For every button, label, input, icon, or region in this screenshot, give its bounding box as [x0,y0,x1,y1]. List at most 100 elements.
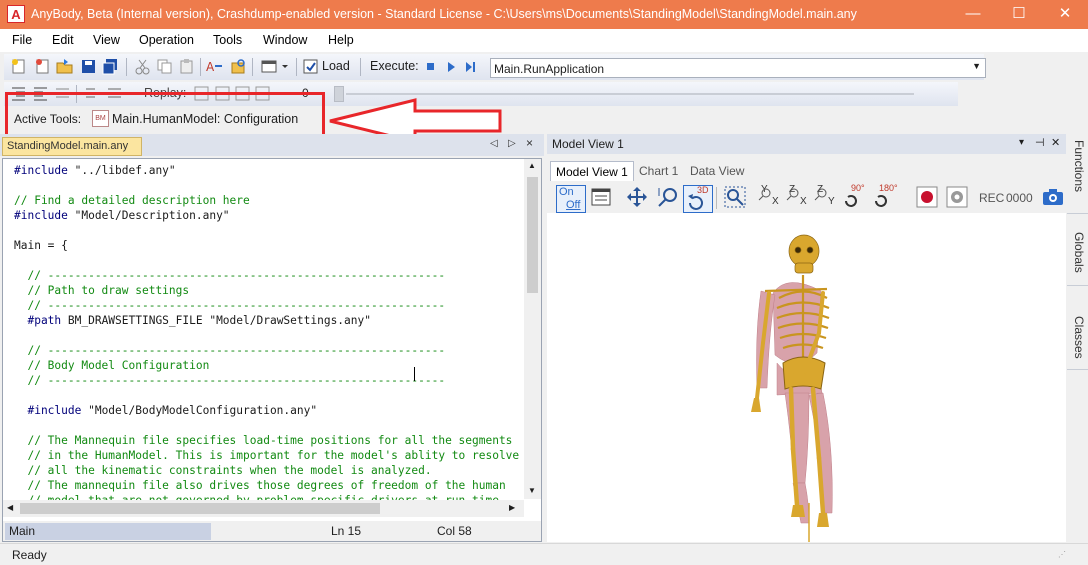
rotate-180-button[interactable]: 180° [871,183,898,209]
open-folder-icon[interactable] [56,58,73,75]
code-line[interactable]: // Body Model Configuration [14,358,522,373]
code-line[interactable] [14,223,522,238]
tab-functions[interactable]: Functions [1067,134,1088,214]
code-line[interactable]: // all the kinematic constraints when th… [14,463,522,478]
stop-record-icon[interactable] [945,185,969,209]
resize-grip-icon[interactable]: ⋰ [1058,550,1066,559]
menu-edit[interactable]: Edit [52,33,74,47]
scroll-down-icon[interactable]: ▼ [528,486,536,495]
tab-chart-1[interactable]: Chart 1 [634,161,683,181]
pin-icon[interactable]: ⊣ [1035,136,1045,149]
tab-prev-icon[interactable]: ◁ [490,138,498,149]
rotate-90-button[interactable]: 90° [841,183,865,209]
code-line[interactable]: #include "../libdef.any" [14,163,522,178]
new-file-icon[interactable] [10,58,27,75]
close-pane-icon[interactable]: ✕ [1051,136,1060,149]
code-line[interactable]: // in the HumanModel. This is important … [14,448,522,463]
paste-icon[interactable] [178,58,195,75]
menu-operation[interactable]: Operation [139,33,194,47]
dropdown-icon[interactable]: ▾ [1019,137,1024,148]
tab-next-icon[interactable]: ▷ [508,138,516,149]
properties-icon[interactable] [589,185,613,209]
code-line[interactable]: // The mannequin file also drives those … [14,478,522,493]
scroll-left-icon[interactable]: ◀ [7,503,13,512]
code-line[interactable] [14,178,522,193]
stop-icon[interactable] [422,58,439,75]
code-line[interactable]: // -------------------------------------… [14,373,522,388]
save-all-icon[interactable] [102,58,119,75]
load-button[interactable]: Load [322,59,350,73]
maximize-button[interactable]: ☐ [996,0,1042,29]
record-icon[interactable] [915,185,939,209]
vertical-scrollbar[interactable]: ▲ ▼ [524,159,541,499]
code-line[interactable]: Main = { [14,238,522,253]
code-content[interactable]: #include "../libdef.any" // Find a detai… [14,163,522,503]
model-3d-viewport[interactable] [547,213,1066,542]
scroll-up-icon[interactable]: ▲ [528,161,536,170]
tab-standingmodel-main[interactable]: StandingModel.main.any [2,137,142,156]
save-icon[interactable] [80,58,97,75]
left-hand [751,398,761,412]
code-line[interactable]: #include "Model/Description.any" [14,208,522,223]
rotate-3d-button[interactable]: 3D [683,185,713,213]
horizontal-scrollbar[interactable]: ◀ ▶ [3,500,524,517]
menu-tools[interactable]: Tools [213,33,242,47]
load-model-icon[interactable] [302,58,319,75]
text-cursor [414,367,415,381]
code-editor[interactable]: #include "../libdef.any" // Find a detai… [2,158,542,542]
view-zy-button[interactable]: Z Y [813,184,837,209]
view-zx-button[interactable]: Z X [785,184,809,209]
chevron-down-icon[interactable]: ▼ [972,61,981,71]
pan-icon[interactable] [625,185,649,209]
run-icon[interactable] [442,58,459,75]
find-in-files-icon[interactable] [230,58,247,75]
vertical-scroll-thumb[interactable] [527,177,538,293]
axis-label: X [800,196,807,207]
step-icon[interactable] [462,58,479,75]
human-skeleton-model[interactable] [547,213,1066,542]
new-template-icon[interactable] [34,58,51,75]
code-line[interactable]: // Find a detailed description here [14,193,522,208]
scroll-right-icon[interactable]: ▶ [509,503,515,512]
code-line[interactable] [14,418,522,433]
on-off-toggle-button[interactable]: On Off [556,185,586,213]
zoom-icon[interactable] [655,185,679,209]
code-line[interactable]: // Path to draw settings [14,283,522,298]
editor-status-bar: Main Ln 15 Col 58 [3,521,541,541]
code-line[interactable]: // -------------------------------------… [14,343,522,358]
tab-close-icon[interactable]: × [526,136,533,150]
minimize-button[interactable]: — [950,0,996,29]
column-number: Col 58 [437,524,472,538]
zoom-box-icon[interactable] [723,185,747,209]
window-layout-dropdown-icon[interactable] [260,58,292,75]
menu-help[interactable]: Help [328,33,354,47]
tab-globals[interactable]: Globals [1067,226,1088,286]
tab-model-view-1[interactable]: Model View 1 [550,161,634,181]
execute-label: Execute: [370,59,419,73]
code-line[interactable] [14,253,522,268]
code-line[interactable]: #include "Model/BodyModelConfiguration.a… [14,403,522,418]
close-button[interactable]: ✕ [1042,0,1088,29]
tab-data-view[interactable]: Data View [685,161,749,181]
menu-view[interactable]: View [93,33,120,47]
cut-icon[interactable] [134,58,151,75]
code-line[interactable]: #path BM_DRAWSETTINGS_FILE "Model/DrawSe… [14,313,522,328]
find-replace-icon[interactable]: A [206,58,223,75]
code-line[interactable]: // -------------------------------------… [14,298,522,313]
code-line[interactable]: // -------------------------------------… [14,268,522,283]
tab-classes[interactable]: Classes [1067,310,1088,370]
operation-combobox[interactable]: Main.RunApplication ▼ [490,58,986,78]
camera-icon[interactable] [1041,185,1065,209]
replay-slider-track[interactable] [346,93,914,95]
code-line[interactable] [14,328,522,343]
menu-file[interactable]: File [12,33,32,47]
title-bar: A AnyBody, Beta (Internal version), Cras… [0,0,1088,29]
code-line[interactable] [14,388,522,403]
view-yx-button[interactable]: Y X [757,184,781,209]
anybody-app-icon[interactable]: A [7,5,25,23]
status-bar: Ready ⋰ [0,543,1088,565]
menu-window[interactable]: Window [263,33,307,47]
horizontal-scroll-thumb[interactable] [20,503,380,514]
copy-icon[interactable] [156,58,173,75]
code-line[interactable]: // The Mannequin file specifies load-tim… [14,433,522,448]
